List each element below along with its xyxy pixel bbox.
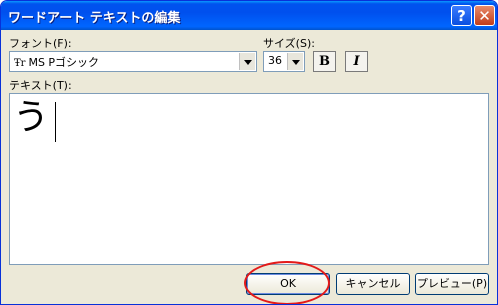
window-title: ワードアート テキストの編集 xyxy=(8,11,181,26)
italic-button[interactable]: I xyxy=(345,51,368,72)
text-content: う xyxy=(13,97,50,138)
preview-button[interactable]: プレビュー(P) xyxy=(415,273,489,295)
font-select-value: Ŧr MS Pゴシック xyxy=(14,56,100,69)
font-label: フォント(F): xyxy=(9,37,72,50)
help-button[interactable]: ? xyxy=(451,5,472,26)
size-label: サイズ(S): xyxy=(263,37,315,50)
truetype-icon: Ŧr xyxy=(14,58,26,69)
chevron-down-icon[interactable] xyxy=(287,53,303,70)
size-select[interactable]: 36 xyxy=(263,51,305,72)
dialog-window: ワードアート テキストの編集 ? ✕ フォント(F): Ŧr MS Pゴシック サ… xyxy=(0,0,498,305)
chevron-down-icon[interactable] xyxy=(239,53,255,70)
title-bar[interactable]: ワードアート テキストの編集 ? ✕ xyxy=(1,1,497,30)
highlight-circle xyxy=(244,261,330,304)
size-select-value: 36 xyxy=(268,54,282,67)
text-caret xyxy=(55,102,56,142)
bold-button[interactable]: B xyxy=(313,51,336,72)
font-select[interactable]: Ŧr MS Pゴシック xyxy=(9,51,257,72)
close-button[interactable]: ✕ xyxy=(474,5,495,26)
text-input[interactable]: う xyxy=(9,93,489,265)
text-label: テキスト(T): xyxy=(9,79,72,92)
cancel-button[interactable]: キャンセル xyxy=(336,273,410,295)
